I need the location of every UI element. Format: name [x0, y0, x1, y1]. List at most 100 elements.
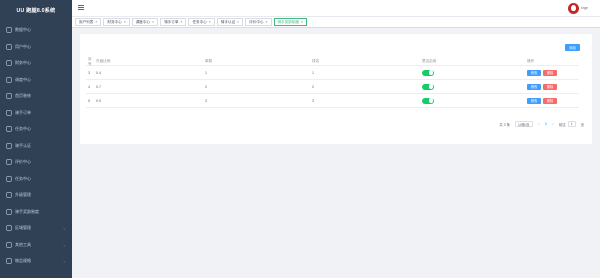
close-icon[interactable]: × [95, 20, 97, 24]
close-icon[interactable]: × [124, 20, 126, 24]
delete-button[interactable]: 删除 [543, 83, 557, 90]
tag-5[interactable]: 骑手认证 × [216, 18, 244, 26]
sidebar-item-3[interactable]: 调度中心 [0, 72, 72, 89]
sidebar-item-label: 数据中心 [15, 27, 31, 33]
tag-label: 调度中心 [135, 19, 151, 24]
tag-7[interactable]: 骑手奖励制度 × [273, 18, 308, 26]
col-enabled-header: 是否启用 [422, 59, 437, 63]
sidebar-item-label: 升级管理 [15, 192, 31, 198]
close-icon[interactable]: × [209, 20, 211, 24]
tag-2[interactable]: 调度中心 × [131, 18, 159, 26]
table-row: 5 0.9 3 3 修改 删除 [86, 94, 579, 108]
page-size-select[interactable]: 10条/页 [514, 121, 533, 127]
sidebar-item-label: 任务中心 [15, 126, 31, 132]
tag-label: 骑手订单 [164, 19, 179, 24]
sidebar-item-0[interactable]: 数据中心 [0, 22, 72, 39]
sidebar-item-label: 骑手认证 [15, 142, 31, 148]
sidebar-item-4[interactable]: 首页装修 [0, 88, 72, 105]
tag-label: 骑手奖励制度 [277, 19, 300, 24]
add-button[interactable]: 添加 [565, 44, 580, 51]
sidebar-item-label: 首页装修 [15, 93, 31, 99]
sidebar-item-8[interactable]: 评价中心 [0, 154, 72, 171]
avatar[interactable] [568, 2, 580, 14]
sidebar-item-14[interactable]: 物品规格 ⌄ [0, 253, 72, 270]
sidebar-item-6[interactable]: 任务中心 [0, 121, 72, 138]
goto-page-input[interactable]: 1 [567, 121, 576, 127]
tags-view: 用户列表 × 财务中心 × 调度中心 × 骑手订单 × 任务中心 × 骑手认证 × 评价中心 × 骑手奖励制… [72, 17, 600, 28]
cell-rank: 2 [312, 84, 314, 89]
task-icon [6, 126, 12, 132]
cell-orders: 2 [205, 84, 207, 89]
sidebar-item-label: 评价中心 [15, 159, 31, 165]
cell-ratio: 0.9 [96, 98, 101, 103]
tag-label: 用户列表 [79, 19, 94, 24]
user-icon [6, 44, 12, 50]
page-number[interactable]: 1 [545, 122, 547, 126]
table-row: 4 0.7 2 2 修改 删除 [86, 80, 579, 94]
cell-ratio: 0.4 [96, 70, 101, 75]
col-orders-header: 单数 [205, 59, 213, 63]
cell-index: 4 [88, 84, 90, 89]
delete-button[interactable]: 删除 [543, 69, 557, 76]
sidebar-item-12[interactable]: 区域管理 ⌄ [0, 220, 72, 237]
tag-label: 骑手认证 [220, 19, 236, 24]
sidebar-item-label: 用户中心 [15, 43, 31, 49]
tag-6[interactable]: 评价中心 × [245, 18, 272, 26]
home-design-icon [6, 93, 12, 99]
pager-total: 共 3 条 [499, 122, 510, 127]
cell-orders: 3 [205, 98, 207, 103]
dispatch-icon [6, 77, 12, 83]
sidebar-item-label: 财务中心 [15, 60, 31, 66]
sidebar-item-7[interactable]: 骑手认证 [0, 138, 72, 155]
sidebar-item-13[interactable]: 其他工具 ⌄ [0, 237, 72, 254]
hamburger-icon[interactable] [78, 5, 84, 11]
close-icon[interactable]: × [266, 20, 268, 24]
tag-1[interactable]: 财务中心 × [103, 18, 130, 26]
cell-ratio: 0.7 [96, 84, 101, 89]
sidebar-item-10[interactable]: 升级管理 [0, 187, 72, 204]
next-page-button[interactable]: > [552, 122, 554, 126]
edit-button[interactable]: 修改 [527, 69, 541, 76]
close-icon[interactable]: × [237, 20, 239, 24]
username: Inge [581, 6, 588, 10]
main-card: 添加 序号 升级比例 单数 排名 是否启用 操作 3 0.4 1 1 修改 删除 4 0.7 2… [80, 34, 592, 144]
tag-4[interactable]: 任务中心 × [188, 18, 215, 26]
sidebar-item-9[interactable]: 任务中心 [0, 171, 72, 188]
col-actions-header: 操作 [527, 59, 535, 63]
sidebar-item-2[interactable]: 财务中心 [0, 55, 72, 72]
app-title: UU 跑腿8.0系统 [16, 8, 56, 14]
enabled-switch[interactable] [422, 69, 434, 76]
tag-0[interactable]: 用户列表 × [75, 18, 102, 26]
tag-3[interactable]: 骑手订单 × [160, 18, 187, 26]
sidebar-item-label: 骑手订单 [15, 109, 31, 115]
tag-label: 任务中心 [192, 19, 207, 24]
sidebar-item-label: 物品规格 [15, 258, 31, 264]
close-icon[interactable]: × [180, 20, 182, 24]
cell-index: 3 [88, 70, 90, 75]
close-icon[interactable]: × [152, 20, 154, 24]
col-ratio-header: 升级比例 [96, 59, 111, 63]
delete-button[interactable]: 删除 [543, 97, 557, 104]
user-menu[interactable]: Inge [568, 2, 588, 14]
enabled-switch[interactable] [422, 83, 434, 90]
enabled-switch[interactable] [422, 97, 434, 104]
sidebar-item-label: 骑手奖励制度 [15, 208, 39, 214]
table-header: 序号 升级比例 单数 排名 是否启用 操作 [86, 57, 579, 66]
goto-label: 前往 [558, 122, 566, 127]
edit-button[interactable]: 修改 [527, 97, 541, 104]
sidebar-item-1[interactable]: 用户中心 [0, 39, 72, 56]
edit-button[interactable]: 修改 [527, 83, 541, 90]
close-icon[interactable]: × [301, 20, 303, 24]
cell-rank: 3 [312, 98, 314, 103]
review-icon [6, 159, 12, 165]
sidebar-item-11[interactable]: 骑手奖励制度 [0, 204, 72, 221]
table-row: 3 0.4 1 1 修改 删除 [86, 66, 579, 80]
finance-icon [6, 60, 12, 66]
sidebar-item-label: 任务中心 [15, 175, 31, 181]
sidebar-item-5[interactable]: 骑手订单 [0, 105, 72, 122]
cell-orders: 1 [205, 70, 207, 75]
dashboard-icon [6, 27, 12, 33]
tag-label: 财务中心 [107, 19, 122, 24]
prev-page-button[interactable]: < [538, 122, 540, 126]
rider-auth-icon [6, 143, 12, 149]
